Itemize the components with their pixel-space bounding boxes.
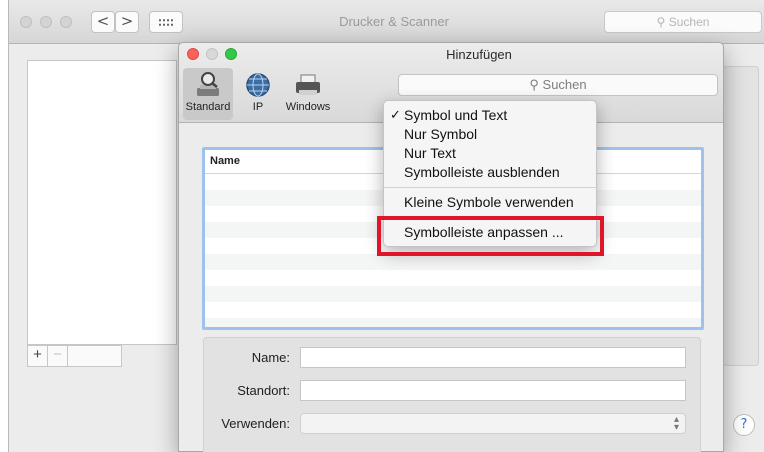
menu-item-label: Nur Text [404, 145, 456, 161]
menu-item-icon-only[interactable]: Nur Symbol [384, 125, 596, 144]
table-row [205, 302, 701, 318]
sheet-search-field[interactable]: ⚲ Suchen [398, 74, 718, 96]
table-row [205, 254, 701, 270]
name-field[interactable] [300, 347, 686, 368]
add-remove-control: + − [27, 345, 122, 367]
printer-list[interactable] [27, 60, 177, 345]
forward-button[interactable]: > [115, 11, 139, 33]
window-title: Drucker & Scanner [339, 14, 449, 29]
menu-item-label: Symbolleiste ausblenden [404, 164, 560, 180]
globe-icon [246, 73, 270, 97]
location-label: Standort: [237, 383, 290, 398]
menu-item-text-only[interactable]: Nur Text [384, 144, 596, 163]
grid-icon [158, 18, 174, 27]
menu-item-label: Symbol und Text [404, 107, 508, 123]
table-row [205, 270, 701, 286]
sheet-close-button[interactable] [187, 48, 199, 60]
sheet-title: Hinzufügen [446, 47, 512, 62]
menu-separator [384, 187, 596, 188]
sheet-minimize-button[interactable] [206, 48, 218, 60]
back-button[interactable]: < [91, 11, 115, 33]
window-titlebar: < > Drucker & Scanner ⚲ Suchen [9, 0, 764, 44]
menu-item-icon-and-text[interactable]: ✓ Symbol und Text [384, 106, 596, 125]
toolbar-standard[interactable]: Standard [183, 68, 233, 120]
sheet-zoom-button[interactable] [225, 48, 237, 60]
search-icon: ⚲ [656, 15, 666, 29]
toolbar-ip[interactable]: IP [239, 71, 277, 113]
checkmark-icon: ✓ [390, 108, 401, 123]
menu-item-label: Kleine Symbole verwenden [404, 194, 574, 210]
menu-item-small-icons[interactable]: Kleine Symbole verwenden [384, 193, 596, 212]
table-row [205, 286, 701, 302]
remove-printer-button[interactable]: − [48, 346, 68, 366]
menu-item-label: Nur Symbol [404, 126, 478, 142]
windows-printer-icon [296, 74, 320, 95]
printer-details-form: Name: Standort: Verwenden: ▴ ▾ [203, 337, 701, 452]
use-driver-select[interactable]: ▴ ▾ [300, 413, 686, 434]
toolbar-ip-label: IP [252, 101, 264, 113]
use-label: Verwenden: [221, 416, 290, 431]
toolbar-standard-label: Standard [185, 101, 231, 113]
close-button[interactable] [20, 16, 32, 28]
sheet-search-placeholder: Suchen [542, 77, 587, 92]
add-printer-button[interactable]: + [28, 346, 48, 366]
minimize-button[interactable] [40, 16, 52, 28]
details-panel [723, 66, 759, 366]
name-label: Name: [251, 350, 290, 365]
chevron-updown-icon: ▴ ▾ [673, 414, 679, 433]
search-placeholder: Suchen [668, 15, 710, 29]
location-field[interactable] [300, 380, 686, 401]
zoom-button[interactable] [60, 16, 72, 28]
menu-item-hide-toolbar[interactable]: Symbolleiste ausblenden [384, 163, 596, 182]
table-row [205, 318, 701, 327]
search-field[interactable]: ⚲ Suchen [604, 11, 762, 33]
toolbar-windows[interactable]: Windows [279, 71, 337, 113]
toolbar-windows-label: Windows [285, 101, 331, 113]
help-button[interactable]: ? [733, 414, 755, 436]
highlight-box [377, 216, 604, 256]
search-icon: ⚲ [529, 77, 539, 92]
show-all-button[interactable] [149, 11, 183, 33]
printer-magnifier-icon [197, 72, 219, 96]
